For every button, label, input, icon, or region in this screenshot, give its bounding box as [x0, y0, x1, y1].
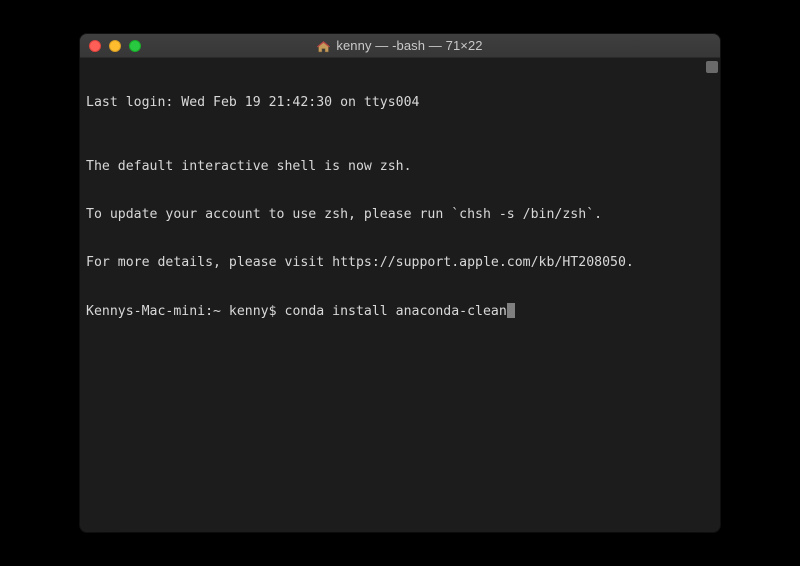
- terminal-line: For more details, please visit https://s…: [86, 255, 714, 271]
- home-icon: [317, 40, 330, 52]
- terminal-command: conda install anaconda-clean: [285, 304, 507, 319]
- minimize-button[interactable]: [109, 40, 121, 52]
- terminal-prompt-line: Kennys-Mac-mini:~ kenny$ conda install a…: [86, 303, 714, 320]
- titlebar[interactable]: kenny — -bash — 71×22: [80, 34, 720, 58]
- terminal-body[interactable]: Last login: Wed Feb 19 21:42:30 on ttys0…: [80, 58, 720, 532]
- traffic-lights: [80, 40, 141, 52]
- cursor: [507, 303, 515, 318]
- close-button[interactable]: [89, 40, 101, 52]
- terminal-prompt: Kennys-Mac-mini:~ kenny$: [86, 304, 285, 319]
- title-wrap: kenny — -bash — 71×22: [80, 38, 720, 53]
- window-title: kenny — -bash — 71×22: [336, 38, 482, 53]
- terminal-line: To update your account to use zsh, pleas…: [86, 207, 714, 223]
- terminal-window: kenny — -bash — 71×22 Last login: Wed Fe…: [80, 34, 720, 532]
- terminal-line: The default interactive shell is now zsh…: [86, 159, 714, 175]
- terminal-line: Last login: Wed Feb 19 21:42:30 on ttys0…: [86, 95, 714, 111]
- scrollbar-thumb[interactable]: [706, 61, 718, 73]
- zoom-button[interactable]: [129, 40, 141, 52]
